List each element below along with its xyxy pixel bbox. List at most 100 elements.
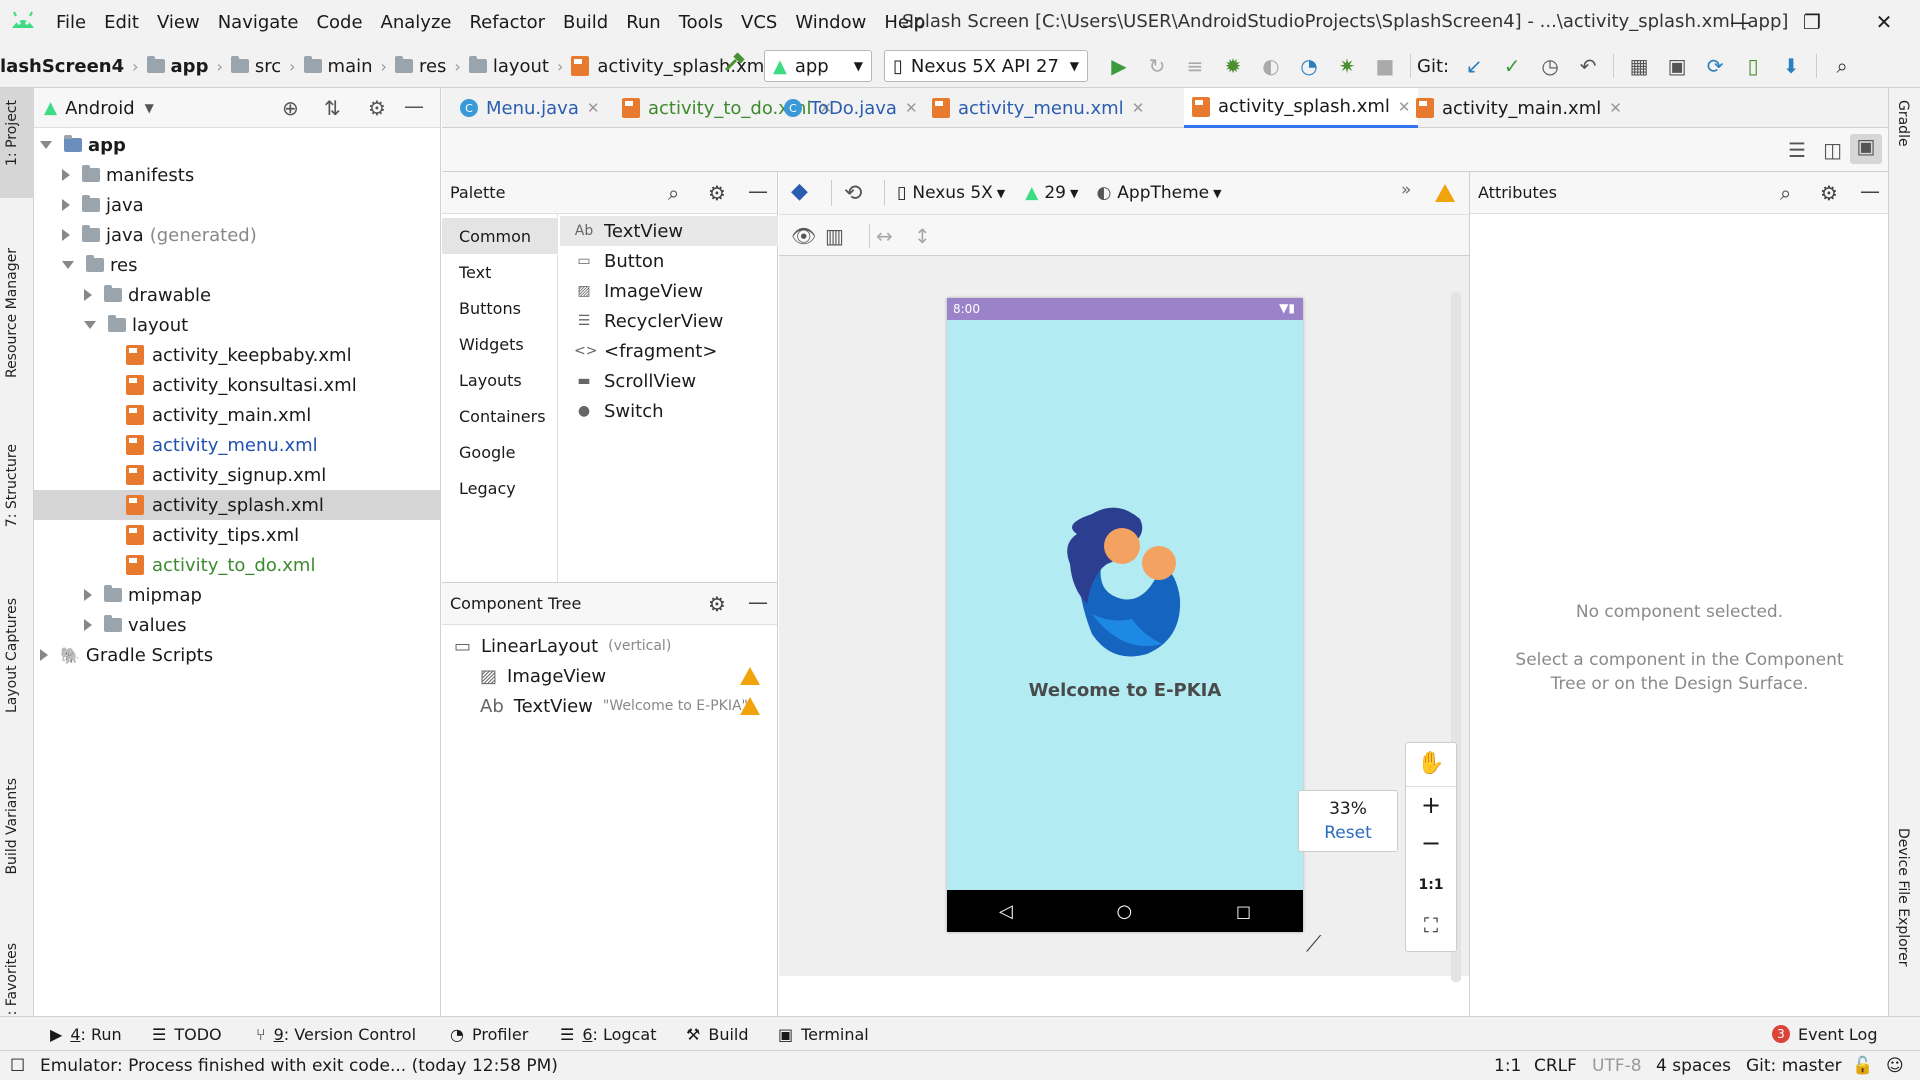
hide-icon[interactable]: — xyxy=(1860,179,1880,203)
tree-item[interactable]: drawable xyxy=(34,280,440,310)
api-level-select[interactable]: ▲ 29 ▼ xyxy=(1025,183,1078,203)
search-icon[interactable]: ⌕ xyxy=(668,181,679,205)
close-tab-icon[interactable]: ✕ xyxy=(1132,99,1145,117)
menu-view[interactable]: View xyxy=(157,12,200,33)
sdk-manager-icon[interactable]: ⬇ xyxy=(1772,54,1810,78)
palette-item[interactable]: ▬ ScrollView xyxy=(560,366,778,396)
gradle-tab[interactable]: Gradle xyxy=(1895,100,1911,147)
close-tab-icon[interactable]: ✕ xyxy=(587,99,600,117)
editor-tab[interactable]: C ToDo.java ✕ xyxy=(776,88,926,128)
gear-icon[interactable]: ⚙ xyxy=(1820,181,1838,205)
gear-icon[interactable]: ⚙ xyxy=(368,96,386,120)
warning-icon[interactable] xyxy=(740,697,760,715)
lock-icon[interactable]: 🔓 xyxy=(1852,1051,1873,1081)
expand-closed-icon[interactable] xyxy=(62,169,70,181)
restore-icon[interactable]: ❐ xyxy=(1776,0,1848,44)
device-select[interactable]: ▯ Nexus 5X API 27 ▼ xyxy=(884,50,1088,82)
attach-debugger-icon[interactable]: ✷ xyxy=(1328,54,1366,78)
version-control-tool-tab[interactable]: ⑂ 9: Version Control xyxy=(256,1017,416,1051)
palette-category[interactable]: Layouts xyxy=(442,362,558,398)
breadcrumb-src[interactable]: src xyxy=(255,56,281,77)
terminal-tool-tab[interactable]: ▣ Terminal xyxy=(778,1017,869,1051)
palette-category[interactable]: Buttons xyxy=(442,290,558,326)
warning-icon[interactable] xyxy=(1435,184,1455,202)
split-view-icon[interactable]: ◫ xyxy=(1823,138,1842,162)
menu-refactor[interactable]: Refactor xyxy=(469,12,545,33)
avd-manager-icon[interactable]: ▣ xyxy=(1658,54,1696,78)
expand-closed-icon[interactable] xyxy=(84,589,92,601)
tree-item[interactable]: activity_keepbaby.xml xyxy=(34,340,440,370)
todo-tool-tab[interactable]: ☰ TODO xyxy=(152,1017,222,1051)
run-tool-tab[interactable]: ▶ 4: Run xyxy=(50,1017,122,1051)
hide-icon[interactable]: — xyxy=(748,590,768,614)
phone-preview[interactable]: 8:00 ▼▮ Welcome to E-PKIA ◁ ○ □ xyxy=(947,298,1303,932)
expand-open-icon[interactable] xyxy=(84,321,96,329)
menu-navigate[interactable]: Navigate xyxy=(218,12,299,33)
profiler-tool-tab[interactable]: ◔ Profiler xyxy=(450,1017,528,1051)
event-log-tool-tab[interactable]: 3 Event Log xyxy=(1772,1017,1878,1051)
breadcrumb-project[interactable]: lashScreen4 xyxy=(0,56,124,77)
zoom-in-icon[interactable]: + xyxy=(1406,787,1456,827)
line-separator[interactable]: CRLF xyxy=(1534,1051,1577,1081)
layout-captures-tab[interactable]: Layout Captures xyxy=(4,598,20,713)
constraints-icon[interactable]: ▥ xyxy=(825,224,863,248)
zoom-actual-size[interactable]: 1:1 xyxy=(1406,867,1456,907)
horizontal-resize-icon[interactable]: ↔ xyxy=(876,224,914,248)
gear-icon[interactable]: ⚙ xyxy=(708,592,726,616)
vertical-resize-icon[interactable]: ↕ xyxy=(914,224,952,248)
tree-item[interactable]: activity_main.xml xyxy=(34,400,440,430)
palette-category[interactable]: Containers xyxy=(442,398,558,434)
device-preview-select[interactable]: ▯ Nexus 5X ▼ xyxy=(897,183,1005,203)
editor-tab[interactable]: activity_menu.xml ✕ xyxy=(924,88,1152,128)
build-tool-tab[interactable]: ⚒ Build xyxy=(686,1017,749,1051)
memory-icon[interactable]: ☺ xyxy=(1886,1051,1904,1081)
breadcrumb-res[interactable]: res xyxy=(419,56,446,77)
tree-item[interactable]: activity_konsultasi.xml xyxy=(34,370,440,400)
tree-item[interactable]: activity_to_do.xml xyxy=(34,550,440,580)
menu-code[interactable]: Code xyxy=(316,12,362,33)
expand-open-icon[interactable] xyxy=(62,261,74,269)
logcat-tool-tab[interactable]: ☰ 6: Logcat xyxy=(560,1017,656,1051)
component-tree-item[interactable]: Ab TextView "Welcome to E-PKIA" xyxy=(480,691,764,721)
tree-item[interactable]: activity_signup.xml xyxy=(34,460,440,490)
hide-icon[interactable]: — xyxy=(404,94,424,118)
menu-build[interactable]: Build xyxy=(563,12,608,33)
expand-closed-icon[interactable] xyxy=(84,289,92,301)
menu-edit[interactable]: Edit xyxy=(104,12,139,33)
status-toggle-icon[interactable]: ☐ xyxy=(10,1051,25,1081)
locate-icon[interactable]: ⊕ xyxy=(282,96,299,120)
tree-item[interactable]: layout xyxy=(34,310,440,340)
tree-item[interactable]: 🐘 Gradle Scripts xyxy=(34,640,440,670)
gear-icon[interactable]: ⚙ xyxy=(708,181,726,205)
tree-item[interactable]: activity_tips.xml xyxy=(34,520,440,550)
editor-tab[interactable]: activity_splash.xml ✕ xyxy=(1184,88,1419,128)
tree-item[interactable]: values xyxy=(34,610,440,640)
tree-item[interactable]: res xyxy=(34,250,440,280)
tree-item[interactable]: java xyxy=(34,190,440,220)
build-variants-tab[interactable]: Build Variants xyxy=(4,778,20,875)
device-file-explorer-tab[interactable]: Device File Explorer xyxy=(1895,828,1911,967)
palette-category[interactable]: Text xyxy=(442,254,558,290)
view-options-icon[interactable]: 👁 xyxy=(791,224,825,248)
search-icon[interactable]: ⌕ xyxy=(1780,181,1791,205)
tree-item[interactable]: mipmap xyxy=(34,580,440,610)
minimize-icon[interactable]: — xyxy=(1704,0,1776,44)
component-tree-item[interactable]: ▨ ImageView xyxy=(480,661,764,691)
palette-item[interactable]: ▭ Button xyxy=(560,246,778,276)
design-blueprint-icon[interactable]: ◆ xyxy=(791,179,819,207)
close-tab-icon[interactable]: ✕ xyxy=(905,99,918,117)
git-branch[interactable]: Git: master xyxy=(1746,1051,1842,1081)
coverage-icon[interactable]: ◐ xyxy=(1252,54,1290,78)
breadcrumb-app[interactable]: app xyxy=(171,56,209,77)
zoom-out-icon[interactable]: − xyxy=(1406,827,1456,867)
apply-changes-icon[interactable]: ↻ xyxy=(1138,54,1176,78)
run-icon[interactable]: ▶ xyxy=(1100,54,1138,78)
history-icon[interactable]: ◷ xyxy=(1531,54,1569,78)
breadcrumb-layout[interactable]: layout xyxy=(493,56,549,77)
tree-item[interactable]: java (generated) xyxy=(34,220,440,250)
hide-icon[interactable]: — xyxy=(748,179,768,203)
palette-item[interactable]: ● Switch xyxy=(560,396,778,426)
expand-closed-icon[interactable] xyxy=(40,649,48,661)
menu-window[interactable]: Window xyxy=(795,12,866,33)
status-message[interactable]: Emulator: Process finished with exit cod… xyxy=(40,1051,558,1081)
